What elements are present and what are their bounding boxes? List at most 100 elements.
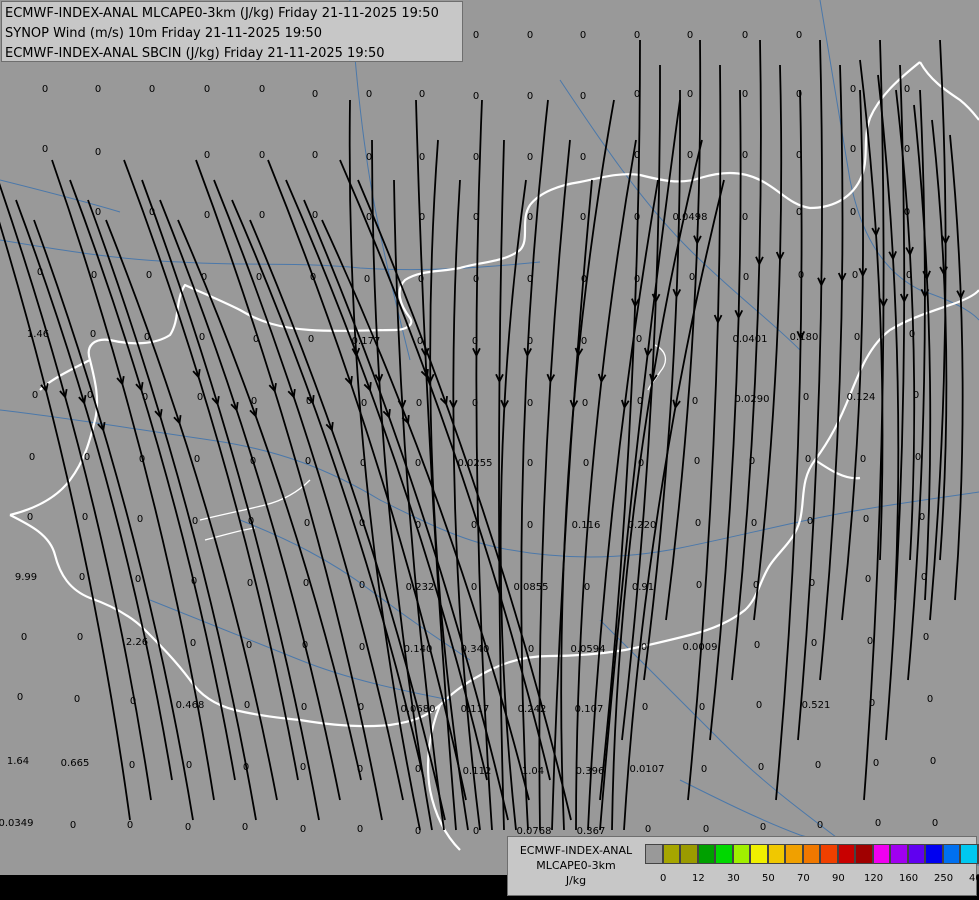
- sbcin-value: 0: [32, 390, 38, 401]
- sbcin-value: 0: [904, 84, 910, 95]
- sbcin-value: 0.0855: [514, 582, 549, 593]
- legend-swatch: [680, 844, 698, 864]
- sbcin-value: 0: [301, 702, 307, 713]
- sbcin-value: 0: [695, 518, 701, 529]
- sbcin-value: 0: [645, 824, 651, 835]
- sbcin-value: 0: [527, 152, 533, 163]
- sbcin-value: 0: [915, 452, 921, 463]
- legend-tick: 12: [692, 873, 705, 884]
- sbcin-value: 0: [527, 520, 533, 531]
- sbcin-value: 0: [95, 84, 101, 95]
- sbcin-value: 0: [471, 520, 477, 531]
- sbcin-value: 0: [357, 764, 363, 775]
- sbcin-value: 0: [703, 824, 709, 835]
- sbcin-value: 0: [865, 574, 871, 585]
- sbcin-value: 0.0009: [683, 642, 718, 653]
- sbcin-value: 0: [904, 207, 910, 218]
- sbcin-value: 0: [863, 514, 869, 525]
- sbcin-value: 0: [247, 578, 253, 589]
- sbcin-value: 0: [919, 512, 925, 523]
- sbcin-value: 0: [253, 334, 259, 345]
- sbcin-value: 0: [415, 764, 421, 775]
- sbcin-value: 0.232: [406, 582, 435, 593]
- sbcin-value: 0: [359, 580, 365, 591]
- sbcin-value: 0: [300, 762, 306, 773]
- sbcin-value: 0.340: [461, 644, 490, 655]
- sbcin-value: 0: [850, 84, 856, 95]
- sbcin-value: 0: [754, 640, 760, 651]
- sbcin-value: 0: [259, 84, 265, 95]
- sbcin-value: 0.665: [61, 758, 90, 769]
- sbcin-value: 0: [527, 91, 533, 102]
- sbcin-value: 0: [699, 702, 705, 713]
- sbcin-value: 0: [528, 644, 534, 655]
- sbcin-value: 0: [358, 702, 364, 713]
- sbcin-value: 0: [689, 272, 695, 283]
- sbcin-value: 0: [360, 458, 366, 469]
- sbcin-value: 0: [310, 272, 316, 283]
- legend-swatch: [907, 844, 925, 864]
- sbcin-value: 0: [42, 84, 48, 95]
- sbcin-value: 0: [366, 89, 372, 100]
- sbcin-value: 0: [308, 334, 314, 345]
- sbcin-value: 0: [473, 91, 479, 102]
- legend-swatch: [925, 844, 943, 864]
- legend-swatch: [785, 844, 803, 864]
- sbcin-value: 0: [87, 390, 93, 401]
- sbcin-value: 0: [17, 692, 23, 703]
- sbcin-value: 0: [259, 150, 265, 161]
- sbcin-value: 0: [417, 336, 423, 347]
- sbcin-value: 0: [527, 30, 533, 41]
- legend-tick: 0: [660, 873, 667, 884]
- legend-tick: 50: [762, 873, 775, 884]
- sbcin-value: 0: [687, 30, 693, 41]
- sbcin-value: 0: [753, 580, 759, 591]
- sbcin-value: 0: [583, 458, 589, 469]
- sbcin-value: 0: [366, 212, 372, 223]
- sbcin-value: 0: [742, 212, 748, 223]
- sbcin-value: 0: [364, 274, 370, 285]
- sbcin-value: 0: [817, 820, 823, 831]
- sbcin-value: 0.396: [576, 766, 605, 777]
- legend-label: ECMWF-INDEX-ANAL MLCAPE0-3km J/kg: [511, 843, 641, 888]
- sbcin-value: 0: [796, 207, 802, 218]
- sbcin-value: 0: [129, 760, 135, 771]
- sbcin-value: 2.26: [126, 637, 148, 648]
- sbcin-value: 0: [312, 89, 318, 100]
- legend-swatch: [732, 844, 750, 864]
- sbcin-value: 0: [927, 694, 933, 705]
- legend-ticks: 0 12 30 50 70 90 120 160 250 400: [645, 873, 979, 887]
- legend-tick: 90: [832, 873, 845, 884]
- sbcin-value: 0: [359, 518, 365, 529]
- sbcin-value: 0: [79, 572, 85, 583]
- sbcin-value: 0: [302, 640, 308, 651]
- sbcin-value: 0: [906, 270, 912, 281]
- sbcin-value: 0.140: [404, 644, 433, 655]
- sbcin-value: 0.180: [790, 332, 819, 343]
- sbcin-value: 0: [27, 512, 33, 523]
- sbcin-value: 0: [70, 820, 76, 831]
- sbcin-value: 0: [580, 212, 586, 223]
- legend-swatch: [767, 844, 785, 864]
- sbcin-value: 0: [932, 818, 938, 829]
- sbcin-value: 0: [527, 274, 533, 285]
- sbcin-value: 0: [90, 329, 96, 340]
- sbcin-value: 0: [582, 398, 588, 409]
- sbcin-value: 0: [580, 30, 586, 41]
- sbcin-value: 0: [807, 516, 813, 527]
- sbcin-value: 0: [796, 150, 802, 161]
- sbcin-value: 0: [192, 516, 198, 527]
- sbcin-value: 0: [749, 456, 755, 467]
- sbcin-value: 0: [850, 207, 856, 218]
- sbcin-value: 0: [909, 329, 915, 340]
- legend-title-param: MLCAPE0-3km: [536, 859, 616, 872]
- sbcin-value: 0: [305, 456, 311, 467]
- sbcin-value: 0: [742, 30, 748, 41]
- sbcin-value: 0: [204, 150, 210, 161]
- sbcin-value: 0: [361, 398, 367, 409]
- sbcin-value: 0: [581, 274, 587, 285]
- sbcin-value: 0: [756, 700, 762, 711]
- sbcin-value: 0: [471, 582, 477, 593]
- sbcin-value: 0: [366, 152, 372, 163]
- sbcin-value: 0: [416, 398, 422, 409]
